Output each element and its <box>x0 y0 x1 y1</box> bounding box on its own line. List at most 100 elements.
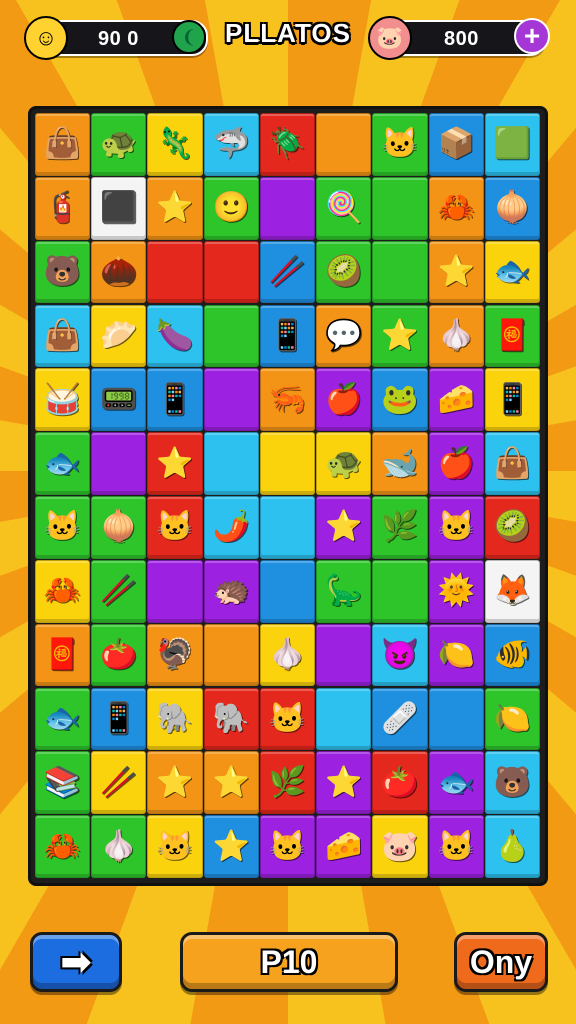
tile-sign-icon[interactable]: 🧧 <box>484 304 540 368</box>
tile-star-icon[interactable]: ⭐ <box>203 751 259 815</box>
tile-eggplant-icon[interactable]: 🍆 <box>147 304 203 368</box>
tile-sign-icon[interactable]: 🧧 <box>35 623 91 687</box>
extra-button[interactable]: Ony <box>454 932 548 992</box>
tile-whale-icon[interactable]: 🐋 <box>372 432 428 495</box>
tile-star-icon[interactable]: ⭐ <box>428 240 484 304</box>
tile-dumpling-icon[interactable]: 🥟 <box>91 304 147 368</box>
tile-phone-icon[interactable]: 📱 <box>147 368 203 432</box>
tile-onion-icon[interactable]: 🧅 <box>484 176 540 240</box>
tile-empty-tile[interactable] <box>259 496 316 559</box>
tile-star-icon[interactable]: ⭐ <box>147 432 203 495</box>
tile-bandage-icon[interactable]: 🩹 <box>372 687 428 751</box>
tile-beetle-icon[interactable]: 🪲 <box>259 113 316 176</box>
tile-empty-tile[interactable] <box>147 240 203 304</box>
tile-cat-face-icon[interactable]: 🐱 <box>259 687 316 751</box>
tile-cube-icon[interactable]: ⬛ <box>91 176 147 240</box>
tile-apple-icon[interactable]: 🍎 <box>316 368 372 432</box>
tile-cat-face-icon[interactable]: 🐱 <box>428 815 484 878</box>
tile-fish-icon[interactable]: 🐟 <box>428 751 484 815</box>
tile-turtle-icon[interactable]: 🐢 <box>316 432 372 495</box>
tile-crab-icon[interactable]: 🦀 <box>35 559 91 623</box>
tile-bag-icon[interactable]: 👜 <box>35 113 91 176</box>
tile-cheese-icon[interactable]: 🧀 <box>428 368 484 432</box>
tile-fish-icon[interactable]: 🐟 <box>35 432 91 495</box>
tile-pig-face-icon[interactable]: 🐷 <box>372 815 428 878</box>
tile-smiley-icon[interactable]: 🙂 <box>203 176 259 240</box>
tile-empty-tile[interactable] <box>372 559 428 623</box>
level-button[interactable]: P10 <box>180 932 398 992</box>
tile-papers-icon[interactable]: 📚 <box>35 751 91 815</box>
tile-star-icon[interactable]: ⭐ <box>372 304 428 368</box>
tile-crossed-sticks-icon[interactable]: 🥢 <box>91 751 147 815</box>
tile-empty-tile[interactable] <box>203 304 259 368</box>
tile-star-icon[interactable]: ⭐ <box>147 751 203 815</box>
tile-turtle-icon[interactable]: 🐢 <box>91 113 147 176</box>
tile-bubble-icon[interactable]: 💬 <box>316 304 372 368</box>
tile-cat-face-icon[interactable]: 🐱 <box>35 496 91 559</box>
tile-pear-icon[interactable]: 🍐 <box>484 815 540 878</box>
tile-cheese-icon[interactable]: 🧀 <box>316 815 372 878</box>
tile-garlic-icon[interactable]: 🧄 <box>259 623 316 687</box>
tile-tablet-icon[interactable]: 📱 <box>484 368 540 432</box>
tile-empty-tile[interactable] <box>203 368 259 432</box>
tile-phone-icon[interactable]: 📱 <box>259 304 316 368</box>
tile-elephant-icon[interactable]: 🐘 <box>203 687 259 751</box>
tile-empty-tile[interactable] <box>147 559 203 623</box>
tile-empty-tile[interactable] <box>91 432 147 495</box>
tile-empty-tile[interactable] <box>372 176 428 240</box>
tile-lemon-icon[interactable]: 🍋 <box>484 687 540 751</box>
tile-square-icon[interactable]: 🟩 <box>484 113 540 176</box>
tile-garlic-icon[interactable]: 🧄 <box>91 815 147 878</box>
tile-tomato-icon[interactable]: 🍅 <box>91 623 147 687</box>
tile-star-icon[interactable]: ⭐ <box>203 815 259 878</box>
tile-melon-icon[interactable]: 🥝 <box>484 496 540 559</box>
tile-crossed-sticks-icon[interactable]: 🥢 <box>259 240 316 304</box>
tile-cat-face-icon[interactable]: 🐱 <box>147 496 203 559</box>
tile-phone-icon[interactable]: 📱 <box>91 687 147 751</box>
tile-box-icon[interactable]: 📦 <box>428 113 484 176</box>
tile-eraser-icon[interactable]: 🧯 <box>35 176 91 240</box>
tile-urchin-icon[interactable]: 🦔 <box>203 559 259 623</box>
tile-empty-tile[interactable] <box>259 176 316 240</box>
tile-bear-face-icon[interactable]: 🐻 <box>484 751 540 815</box>
tile-shark-icon[interactable]: 🦈 <box>203 113 259 176</box>
tile-dino-icon[interactable]: 🦕 <box>316 559 372 623</box>
tile-empty-tile[interactable] <box>428 687 484 751</box>
tile-empty-tile[interactable] <box>316 687 372 751</box>
tile-garlic-icon[interactable]: 🧄 <box>428 304 484 368</box>
tile-empty-tile[interactable] <box>259 432 316 495</box>
tile-shrimp-icon[interactable]: 🦐 <box>259 368 316 432</box>
tile-empty-tile[interactable] <box>259 559 316 623</box>
tile-lemon-icon[interactable]: 🍋 <box>428 623 484 687</box>
tile-tomato-icon[interactable]: 🍅 <box>372 751 428 815</box>
tile-empty-tile[interactable] <box>203 240 259 304</box>
tile-star-icon[interactable]: ⭐ <box>147 176 203 240</box>
tile-lizard-icon[interactable]: 🦎 <box>147 113 203 176</box>
tile-empty-tile[interactable] <box>316 113 372 176</box>
tile-bear-face-icon[interactable]: 🐻 <box>35 240 91 304</box>
tile-sprout-icon[interactable]: 🌿 <box>372 496 428 559</box>
tile-bag-icon[interactable]: 👜 <box>484 432 540 495</box>
tile-lollipop-icon[interactable]: 🍭 <box>316 176 372 240</box>
tile-empty-tile[interactable] <box>203 623 259 687</box>
tile-bird-icon[interactable]: 🦃 <box>147 623 203 687</box>
tile-sun-icon[interactable]: 🌞 <box>428 559 484 623</box>
tile-crab-icon[interactable]: 🦀 <box>35 815 91 878</box>
tile-star-icon[interactable]: ⭐ <box>316 751 372 815</box>
tile-fish-icon[interactable]: 🐠 <box>484 623 540 687</box>
tile-cat-face-icon[interactable]: 🐱 <box>147 815 203 878</box>
tile-sprout-icon[interactable]: 🌿 <box>259 751 316 815</box>
tile-star-icon[interactable]: ⭐ <box>316 496 372 559</box>
tile-elephant-icon[interactable]: 🐘 <box>147 687 203 751</box>
tile-frog-icon[interactable]: 🐸 <box>372 368 428 432</box>
tile-crossed-sticks-icon[interactable]: 🥢 <box>91 559 147 623</box>
next-button[interactable]: ➡ <box>30 932 122 992</box>
tile-cat-face-icon[interactable]: 🐱 <box>372 113 428 176</box>
tile-pepper-icon[interactable]: 🌶️ <box>203 496 259 559</box>
tile-apple-icon[interactable]: 🍎 <box>428 432 484 495</box>
tile-empty-tile[interactable] <box>203 432 259 495</box>
tile-cat-face-icon[interactable]: 🐱 <box>259 815 316 878</box>
tile-melon-icon[interactable]: 🥝 <box>316 240 372 304</box>
tile-sun-crab-icon[interactable]: 🦀 <box>428 176 484 240</box>
tile-fish-icon[interactable]: 🐟 <box>35 687 91 751</box>
